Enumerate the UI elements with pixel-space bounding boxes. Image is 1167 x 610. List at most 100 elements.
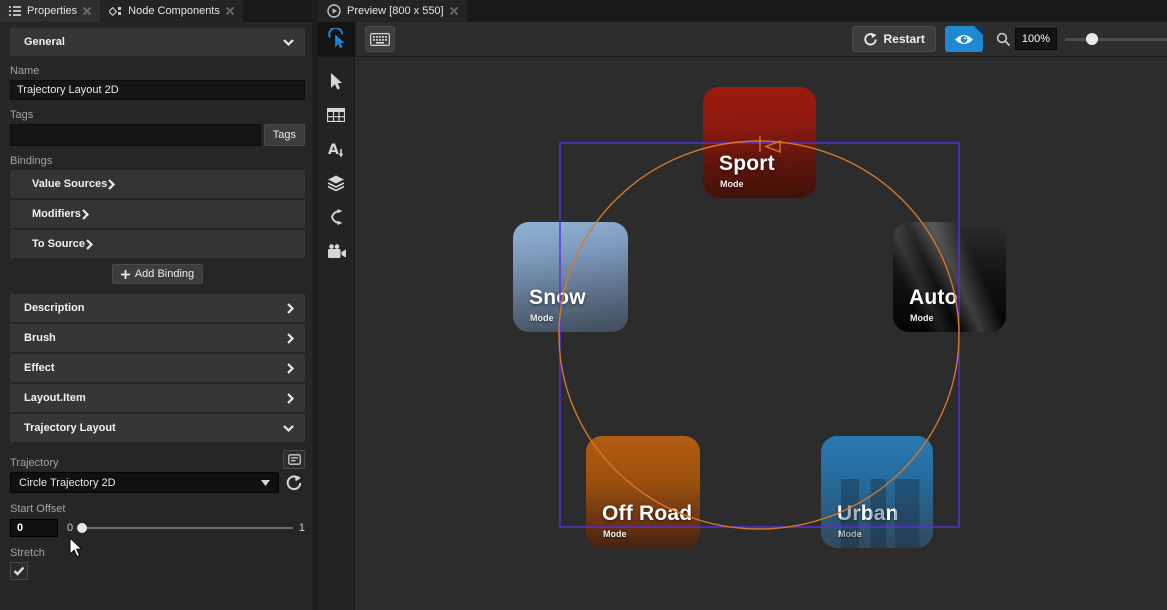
- section-label: Brush: [24, 332, 56, 344]
- section-description[interactable]: Description: [10, 294, 305, 322]
- chevron-right-icon: [81, 208, 90, 221]
- section-general[interactable]: General: [10, 28, 305, 56]
- close-icon[interactable]: [450, 7, 458, 15]
- tile-title: Sport: [719, 152, 775, 176]
- properties-body: General Name Tags Tags Bindings Value So…: [0, 22, 312, 610]
- tile-subtitle: Mode: [530, 313, 554, 323]
- connections-tool-button[interactable]: [318, 200, 355, 234]
- tags-button[interactable]: Tags: [264, 124, 305, 146]
- tile-subtitle: Mode: [838, 529, 862, 539]
- list-icon: [9, 6, 21, 16]
- pointer-icon: [328, 72, 344, 91]
- preview-panel: Preview [800 x 550]: [318, 0, 1167, 610]
- binding-row-label: Value Sources: [32, 178, 107, 190]
- tile-subtitle: Mode: [910, 313, 934, 323]
- tile-title: Off Road: [602, 502, 692, 526]
- trajectory-dropdown[interactable]: Circle Trajectory 2D: [10, 472, 279, 493]
- plus-icon: [121, 270, 130, 279]
- trajectory-dropdown-value: Circle Trajectory 2D: [19, 477, 116, 489]
- binding-row-value-sources[interactable]: Value Sources: [10, 170, 305, 198]
- zoom-level-value: 100%: [1022, 33, 1050, 45]
- restart-button[interactable]: Restart: [852, 26, 936, 52]
- properties-panel: Properties Node Components General: [0, 0, 318, 610]
- bindings-label: Bindings: [10, 155, 305, 167]
- section-general-label: General: [24, 36, 65, 48]
- section-label: Effect: [24, 362, 55, 374]
- toolbar-divider: [355, 22, 356, 56]
- keyboard-button[interactable]: [365, 26, 395, 52]
- zoom-slider-handle[interactable]: [1086, 33, 1098, 45]
- tile-title: Snow: [529, 286, 586, 310]
- trajectory-label: Trajectory: [10, 457, 59, 469]
- svg-text:A: A: [328, 142, 339, 158]
- grid-icon: [327, 108, 345, 122]
- left-tabbar: Properties Node Components: [0, 0, 312, 22]
- mode-tile-sport[interactable]: Sport Mode: [703, 87, 816, 198]
- binding-row-to-source[interactable]: To Source: [10, 230, 305, 258]
- section-effect[interactable]: Effect: [10, 354, 305, 382]
- preview-toolbar: Restart 100%: [318, 22, 1167, 57]
- tags-input[interactable]: [10, 124, 261, 146]
- slider-min-label: 0: [67, 522, 73, 534]
- tags-label: Tags: [10, 109, 305, 121]
- start-offset-input[interactable]: [10, 519, 58, 537]
- chevron-right-icon: [107, 178, 116, 191]
- mode-tile-snow[interactable]: Snow Mode: [513, 222, 628, 332]
- start-offset-label: Start Offset: [10, 503, 305, 515]
- tab-node-components[interactable]: Node Components: [100, 0, 243, 22]
- section-label: Trajectory Layout: [24, 422, 116, 434]
- slider-handle[interactable]: [77, 523, 87, 533]
- section-layout-item[interactable]: Layout.Item: [10, 384, 305, 412]
- tile-title: Auto: [909, 286, 958, 310]
- chevron-down-icon: [282, 424, 295, 433]
- node-components-icon: [109, 6, 122, 17]
- checkmark-icon: [13, 566, 25, 576]
- kanzi-studio-window: Properties Node Components General: [0, 0, 1167, 610]
- name-label: Name: [10, 65, 305, 77]
- click-cursor-icon: [326, 28, 348, 50]
- section-label: Layout.Item: [24, 392, 86, 404]
- tile-title: Urban: [837, 502, 899, 526]
- mode-tile-auto[interactable]: Auto Mode: [893, 222, 1006, 332]
- interact-tool-button[interactable]: [318, 22, 355, 56]
- tab-properties-label: Properties: [27, 5, 77, 17]
- property-editor-icon[interactable]: [283, 450, 305, 469]
- preview-canvas[interactable]: Sport Mode Snow Mode Auto Mode Off Road …: [355, 57, 1167, 610]
- add-binding-label: Add Binding: [135, 268, 194, 280]
- tile-subtitle: Mode: [720, 179, 744, 189]
- binding-row-modifiers[interactable]: Modifiers: [10, 200, 305, 228]
- add-binding-button[interactable]: Add Binding: [112, 264, 203, 284]
- visibility-button[interactable]: [945, 26, 983, 52]
- revert-icon[interactable]: [283, 472, 305, 493]
- preview-zoom-slider[interactable]: [1065, 26, 1167, 52]
- connections-icon: [328, 209, 344, 225]
- start-offset-slider[interactable]: [79, 519, 293, 537]
- play-icon: [327, 4, 341, 18]
- tab-preview-label: Preview [800 x 550]: [347, 5, 444, 17]
- mode-tile-urban[interactable]: Urban Mode: [821, 436, 933, 548]
- text-tool-button[interactable]: A: [318, 132, 355, 166]
- preview-tool-strip: A: [318, 57, 355, 610]
- chevron-right-icon: [286, 392, 295, 405]
- chevron-right-icon: [85, 238, 94, 251]
- dropdown-caret-icon: [261, 480, 270, 486]
- pointer-tool-button[interactable]: [318, 64, 355, 98]
- section-trajectory-layout[interactable]: Trajectory Layout: [10, 414, 305, 442]
- section-brush[interactable]: Brush: [10, 324, 305, 352]
- tab-properties[interactable]: Properties: [0, 0, 100, 22]
- stretch-label: Stretch: [10, 547, 305, 559]
- tile-subtitle: Mode: [603, 529, 627, 539]
- stretch-checkbox[interactable]: [10, 562, 28, 580]
- tab-preview[interactable]: Preview [800 x 550]: [318, 0, 467, 22]
- close-icon[interactable]: [83, 7, 91, 15]
- grid-tool-button[interactable]: [318, 98, 355, 132]
- name-input[interactable]: [10, 80, 305, 100]
- close-icon[interactable]: [226, 7, 234, 15]
- mode-tile-offroad[interactable]: Off Road Mode: [586, 436, 700, 548]
- camera-tool-button[interactable]: [318, 234, 355, 268]
- layers-tool-button[interactable]: [318, 166, 355, 200]
- layers-icon: [327, 175, 345, 191]
- zoom-level-field[interactable]: 100%: [1015, 28, 1057, 50]
- chevron-right-icon: [286, 302, 295, 315]
- magnifier-icon: [996, 32, 1011, 47]
